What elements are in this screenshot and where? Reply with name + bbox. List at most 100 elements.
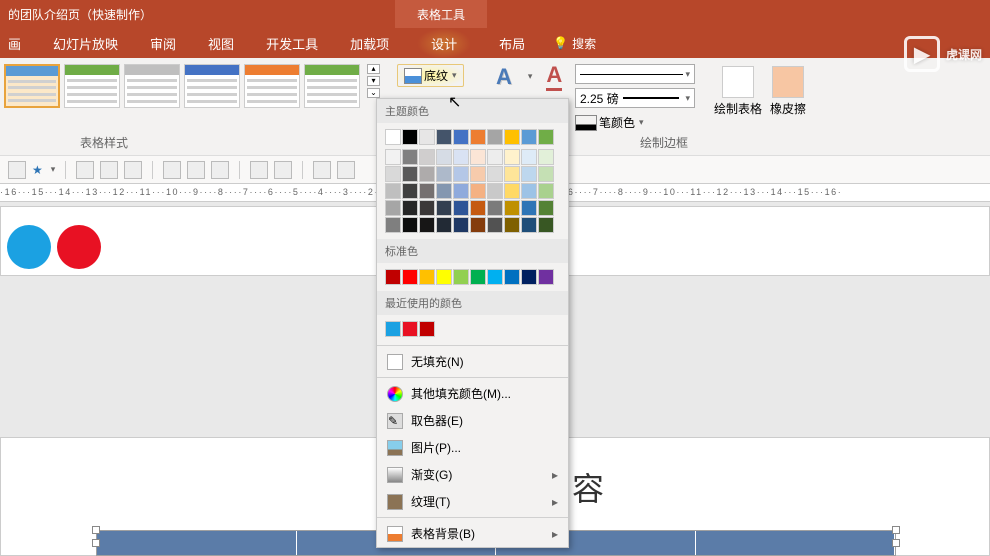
color-swatch[interactable] <box>538 149 554 165</box>
color-swatch[interactable] <box>538 129 554 145</box>
table-style-0[interactable] <box>4 64 60 108</box>
texture-item[interactable]: 纹理(T)▸ <box>377 488 568 515</box>
color-swatch[interactable] <box>402 129 418 145</box>
color-swatch[interactable] <box>402 269 418 285</box>
table-style-5[interactable] <box>304 64 360 108</box>
gradient-item[interactable]: 渐变(G)▸ <box>377 461 568 488</box>
gallery-more[interactable]: ▴▾⌄ <box>364 64 380 98</box>
distribute-v-button[interactable] <box>274 161 292 179</box>
tab-view[interactable]: 视图 <box>204 28 238 59</box>
resize-handle-tl[interactable] <box>92 526 100 534</box>
resize-handle-ml[interactable] <box>92 539 100 547</box>
color-swatch[interactable] <box>487 129 503 145</box>
color-swatch[interactable] <box>453 129 469 145</box>
color-swatch[interactable] <box>453 149 469 165</box>
color-swatch[interactable] <box>419 200 435 216</box>
align-center-button[interactable] <box>100 161 118 179</box>
text-outline-icon[interactable]: A <box>546 62 562 91</box>
color-swatch[interactable] <box>385 183 401 199</box>
color-swatch[interactable] <box>385 217 401 233</box>
color-swatch[interactable] <box>436 129 452 145</box>
table-background-item[interactable]: 表格背景(B)▸ <box>377 520 568 547</box>
pen-weight-select[interactable]: 2.25 磅▾ <box>575 88 695 108</box>
color-swatch[interactable] <box>419 183 435 199</box>
color-swatch[interactable] <box>521 166 537 182</box>
color-swatch[interactable] <box>402 200 418 216</box>
color-swatch[interactable] <box>487 200 503 216</box>
color-swatch[interactable] <box>453 166 469 182</box>
tab-design[interactable]: 设计 <box>417 28 471 59</box>
group-button[interactable] <box>313 161 331 179</box>
color-swatch[interactable] <box>538 217 554 233</box>
color-swatch[interactable] <box>521 217 537 233</box>
align-bottom-button[interactable] <box>211 161 229 179</box>
distribute-h-button[interactable] <box>250 161 268 179</box>
table-style-1[interactable] <box>64 64 120 108</box>
color-swatch[interactable] <box>487 269 503 285</box>
color-swatch[interactable] <box>419 321 435 337</box>
color-swatch[interactable] <box>402 166 418 182</box>
color-swatch[interactable] <box>521 269 537 285</box>
red-circle[interactable] <box>57 225 101 269</box>
pen-color-button[interactable]: 笔颜色 ▾ <box>575 114 695 131</box>
color-swatch[interactable] <box>453 217 469 233</box>
color-swatch[interactable] <box>538 166 554 182</box>
color-swatch[interactable] <box>521 200 537 216</box>
color-swatch[interactable] <box>504 200 520 216</box>
search-box[interactable]: 💡 搜索 <box>553 35 596 52</box>
shading-button[interactable]: 底纹▾ <box>397 64 464 87</box>
color-swatch[interactable] <box>436 217 452 233</box>
color-swatch[interactable] <box>419 269 435 285</box>
color-swatch[interactable] <box>538 183 554 199</box>
tab-slideshow[interactable]: 幻灯片放映 <box>49 28 122 59</box>
ungroup-button[interactable] <box>337 161 355 179</box>
color-swatch[interactable] <box>385 166 401 182</box>
color-swatch[interactable] <box>470 149 486 165</box>
color-swatch[interactable] <box>470 166 486 182</box>
tab-review[interactable]: 审阅 <box>146 28 180 59</box>
color-swatch[interactable] <box>385 149 401 165</box>
resize-handle-mr[interactable] <box>892 539 900 547</box>
color-swatch[interactable] <box>470 200 486 216</box>
color-swatch[interactable] <box>385 129 401 145</box>
tab-animations[interactable]: 画 <box>4 28 25 59</box>
color-swatch[interactable] <box>487 166 503 182</box>
color-swatch[interactable] <box>538 200 554 216</box>
color-swatch[interactable] <box>419 129 435 145</box>
color-swatch[interactable] <box>436 149 452 165</box>
color-swatch[interactable] <box>470 183 486 199</box>
color-swatch[interactable] <box>521 129 537 145</box>
color-swatch[interactable] <box>504 149 520 165</box>
color-swatch[interactable] <box>453 269 469 285</box>
context-tab-table-tools[interactable]: 表格工具 <box>395 0 487 28</box>
picture-item[interactable]: 图片(P)... <box>377 434 568 461</box>
qat-btn[interactable] <box>8 161 26 179</box>
color-swatch[interactable] <box>504 183 520 199</box>
color-swatch[interactable] <box>385 269 401 285</box>
color-swatch[interactable] <box>470 269 486 285</box>
color-swatch[interactable] <box>402 149 418 165</box>
no-fill-item[interactable]: 无填充(N) <box>377 348 568 375</box>
tab-addins[interactable]: 加载项 <box>346 28 393 59</box>
color-swatch[interactable] <box>487 149 503 165</box>
color-swatch[interactable] <box>436 200 452 216</box>
color-swatch[interactable] <box>504 217 520 233</box>
align-middle-button[interactable] <box>187 161 205 179</box>
color-swatch[interactable] <box>402 321 418 337</box>
align-left-button[interactable] <box>76 161 94 179</box>
tab-developer[interactable]: 开发工具 <box>262 28 322 59</box>
color-swatch[interactable] <box>504 129 520 145</box>
color-swatch[interactable] <box>419 166 435 182</box>
eraser-button[interactable]: 橡皮擦 <box>768 64 808 119</box>
table-style-2[interactable] <box>124 64 180 108</box>
color-swatch[interactable] <box>453 183 469 199</box>
table-style-3[interactable] <box>184 64 240 108</box>
pen-style-select[interactable]: ▾ <box>575 64 695 84</box>
align-right-button[interactable] <box>124 161 142 179</box>
color-swatch[interactable] <box>436 183 452 199</box>
color-swatch[interactable] <box>487 183 503 199</box>
more-colors-item[interactable]: 其他填充颜色(M)... <box>377 380 568 407</box>
table-style-4[interactable] <box>244 64 300 108</box>
draw-table-button[interactable]: 绘制表格 <box>712 64 764 119</box>
color-swatch[interactable] <box>436 166 452 182</box>
